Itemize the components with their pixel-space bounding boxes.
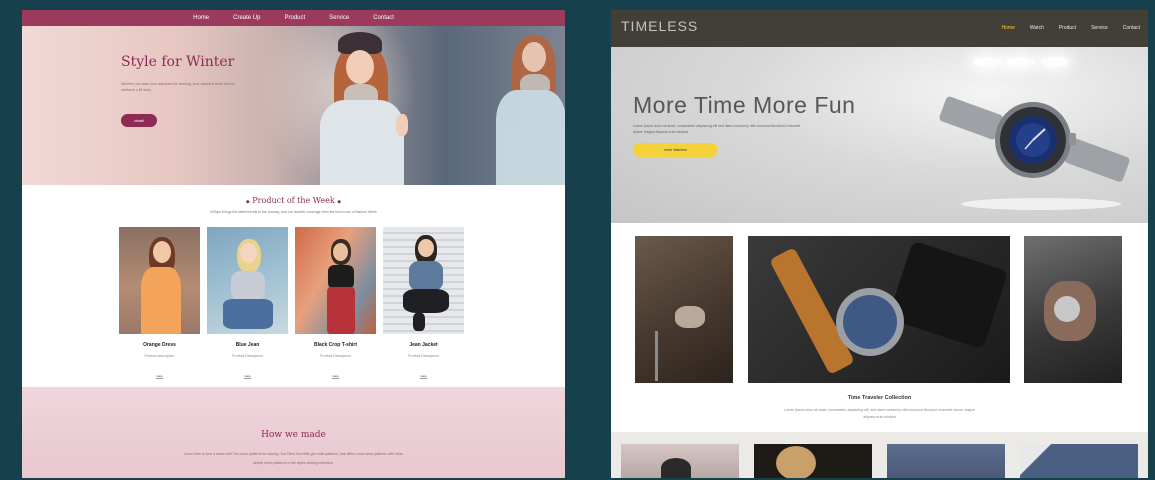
watch-nav-menu: Home Watch Product Service Contact	[1002, 25, 1140, 31]
product-name: Orange Dress	[143, 342, 176, 348]
logo-text: TIMELESS	[621, 18, 699, 34]
timeless-logo[interactable]: TIMELESS	[621, 18, 698, 34]
product-card[interactable]: Jean Jacket Product Description view	[383, 227, 464, 379]
product-card[interactable]: Black Crop T-shirt Product Description v…	[295, 227, 376, 379]
product-image	[383, 227, 464, 334]
gallery-thumb[interactable]	[1020, 444, 1138, 478]
watch-nav-contact[interactable]: Contact	[1123, 25, 1140, 31]
fashion-hero-text-2: weekend a lift story	[121, 88, 151, 92]
how-we-made-text-2: simple dress patterns in the styles sewi…	[252, 461, 335, 465]
fashion-hero-title: Style for Winter	[121, 54, 235, 70]
product-view-link[interactable]: view	[244, 374, 251, 379]
collection-image-wrist[interactable]	[1024, 236, 1122, 383]
watch-nav-product[interactable]: Product	[1059, 25, 1076, 31]
product-view-link[interactable]: view	[156, 374, 163, 379]
product-image	[295, 227, 376, 334]
product-description: Product Description	[320, 354, 351, 358]
product-of-week-subtitle: InStyle brings the latest trends to the …	[210, 210, 377, 214]
how-we-made-text-1: Learn How to sew a dress with The clean …	[183, 452, 403, 456]
product-name: Jean Jacket	[409, 342, 438, 348]
diamond-icon: ◆	[337, 199, 342, 205]
watch-hero-banner: More Time More Fun Lorem ipsum dolor sit…	[611, 47, 1148, 223]
hero-model-image	[304, 26, 444, 185]
product-card[interactable]: Orange Dress Product description view	[119, 227, 200, 379]
collection-image-watch-wallet[interactable]	[748, 236, 1010, 383]
watch-nav-bar: TIMELESS Home Watch Product Service Cont…	[611, 10, 1148, 47]
diamond-icon: ◆	[245, 199, 250, 205]
fashion-nav-contact[interactable]: Contact	[373, 15, 394, 21]
bottom-gallery-strip	[611, 432, 1148, 478]
collection-text-2: aliquam erat volutpat	[863, 415, 896, 419]
product-of-week-heading: ◆ Product of the Week ◆	[22, 196, 565, 205]
watch-nav-watch[interactable]: Watch	[1030, 25, 1044, 31]
product-name: Blue Jean	[235, 342, 260, 348]
fashion-nav-service[interactable]: Service	[329, 15, 349, 21]
how-we-made-title: How we made	[261, 430, 326, 440]
watch-nav-service[interactable]: Service	[1091, 25, 1108, 31]
fashion-site-screenshot: Home Create Up Product Service Contact S…	[22, 10, 565, 478]
product-description: Product description	[144, 354, 175, 358]
how-we-made-section: How we made Learn How to sew a dress wit…	[22, 387, 565, 478]
fashion-nav-create-up[interactable]: Create Up	[233, 15, 260, 21]
collection-text-1: Lorem ipsum dolor sit amet, consectetur …	[784, 408, 975, 412]
fashion-nav-bar: Home Create Up Product Service Contact	[22, 10, 565, 26]
watch-nav-home[interactable]: Home	[1002, 25, 1015, 31]
hero-watch-image	[939, 96, 1130, 210]
gallery-thumb[interactable]	[887, 444, 1005, 478]
fashion-nav-product[interactable]: Product	[284, 15, 305, 21]
product-name: Black Crop T-shirt	[313, 342, 358, 348]
fashion-hero-detail-button[interactable]: detail	[121, 114, 157, 127]
fashion-nav-home[interactable]: Home	[193, 15, 209, 21]
hero-reflection-image	[482, 26, 565, 185]
gallery-thumb[interactable]	[621, 444, 739, 478]
collection-title: Time Traveler Collection	[847, 395, 912, 401]
product-of-week-title: Product of the Week	[252, 196, 335, 205]
product-image	[119, 227, 200, 334]
product-description: Product Description	[408, 354, 439, 358]
fashion-hero-text-1: Whether you want your wardrobe for eveni…	[121, 82, 236, 86]
product-card[interactable]: Blue Jean Product Description view	[207, 227, 288, 379]
watch-site-screenshot: TIMELESS Home Watch Product Service Cont…	[611, 10, 1148, 478]
gallery-thumb[interactable]	[754, 444, 872, 478]
collection-image-hand-pocket[interactable]	[635, 236, 733, 383]
product-view-link[interactable]: view	[420, 374, 427, 379]
product-view-link[interactable]: view	[332, 374, 339, 379]
fashion-hero-banner: Style for Winter Whether you want your w…	[22, 26, 565, 185]
product-image	[207, 227, 288, 334]
product-description: Product Description	[232, 354, 263, 358]
